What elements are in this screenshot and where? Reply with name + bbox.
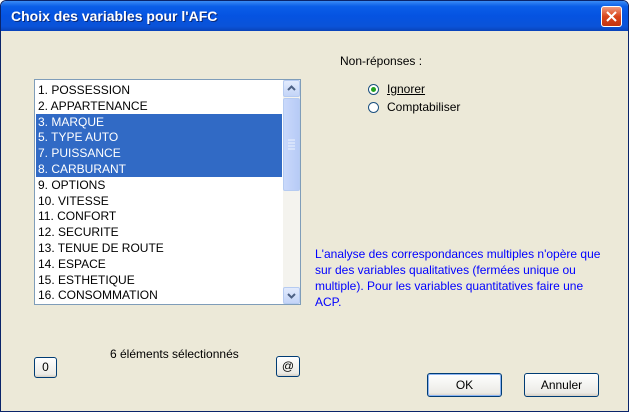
close-icon [606,11,617,22]
grip-icon [288,139,295,150]
list-item[interactable]: 5. TYPE AUTO [36,129,282,146]
list-item[interactable]: 12. SECURITE [36,224,282,240]
variables-listbox[interactable]: 1. POSSESSION 2. APPARTENANCE 3. MARQUE 5. … [34,79,301,305]
chevron-down-icon [287,293,296,299]
nonresponse-label: Non-réponses : [340,54,423,68]
list-item[interactable]: 2. APPARTENANCE [36,98,282,114]
variables-list: 1. POSSESSION 2. APPARTENANCE 3. MARQUE 5. … [36,82,282,303]
select-all-button[interactable]: @ [276,356,300,377]
list-item[interactable]: 13. TENUE DE ROUTE [36,240,282,256]
list-item[interactable]: 11. CONFORT [36,208,282,224]
scroll-up-button[interactable] [283,80,300,97]
scrollbar-thumb[interactable] [283,98,300,191]
selection-count: 6 éléments sélectionnés [110,347,239,361]
radio-ignorer[interactable]: Ignorer [368,81,425,97]
list-item[interactable]: 9. OPTIONS [36,177,282,193]
list-item[interactable]: 7. PUISSANCE [36,145,282,161]
radio-ignorer-button[interactable] [368,83,379,95]
list-item[interactable]: 1. POSSESSION [36,82,282,98]
close-button[interactable] [601,6,622,27]
scroll-down-button[interactable] [283,287,300,304]
radio-ignorer-label: Ignorer [387,82,426,96]
ok-button[interactable]: OK [427,373,502,397]
title-bar[interactable]: Choix des variables pour l'AFC [1,1,628,31]
list-item[interactable]: 15. ESTHETIQUE [36,272,282,288]
list-item[interactable]: 14. ESPACE [36,256,282,272]
list-item[interactable]: 10. VITESSE [36,193,282,209]
radio-comptabiliser-button[interactable] [368,101,379,113]
radio-comptabiliser-label: Comptabiliser [387,100,461,114]
list-item[interactable]: 3. MARQUE [36,113,282,130]
dialog-window: Choix des variables pour l'AFC 1. POSSES… [0,0,629,412]
cancel-button[interactable]: Annuler [524,373,599,397]
dialog-title: Choix des variables pour l'AFC [11,8,218,24]
list-item[interactable]: 16. CONSOMMATION [36,287,282,303]
radio-comptabiliser[interactable]: Comptabiliser [368,99,460,115]
chevron-up-icon [287,85,296,91]
list-item[interactable]: 8. CARBURANT [36,160,282,177]
info-text: L'analyse des correspondances multiples … [315,247,601,309]
vertical-scrollbar[interactable] [283,80,300,304]
clear-selection-button[interactable]: 0 [34,357,57,378]
